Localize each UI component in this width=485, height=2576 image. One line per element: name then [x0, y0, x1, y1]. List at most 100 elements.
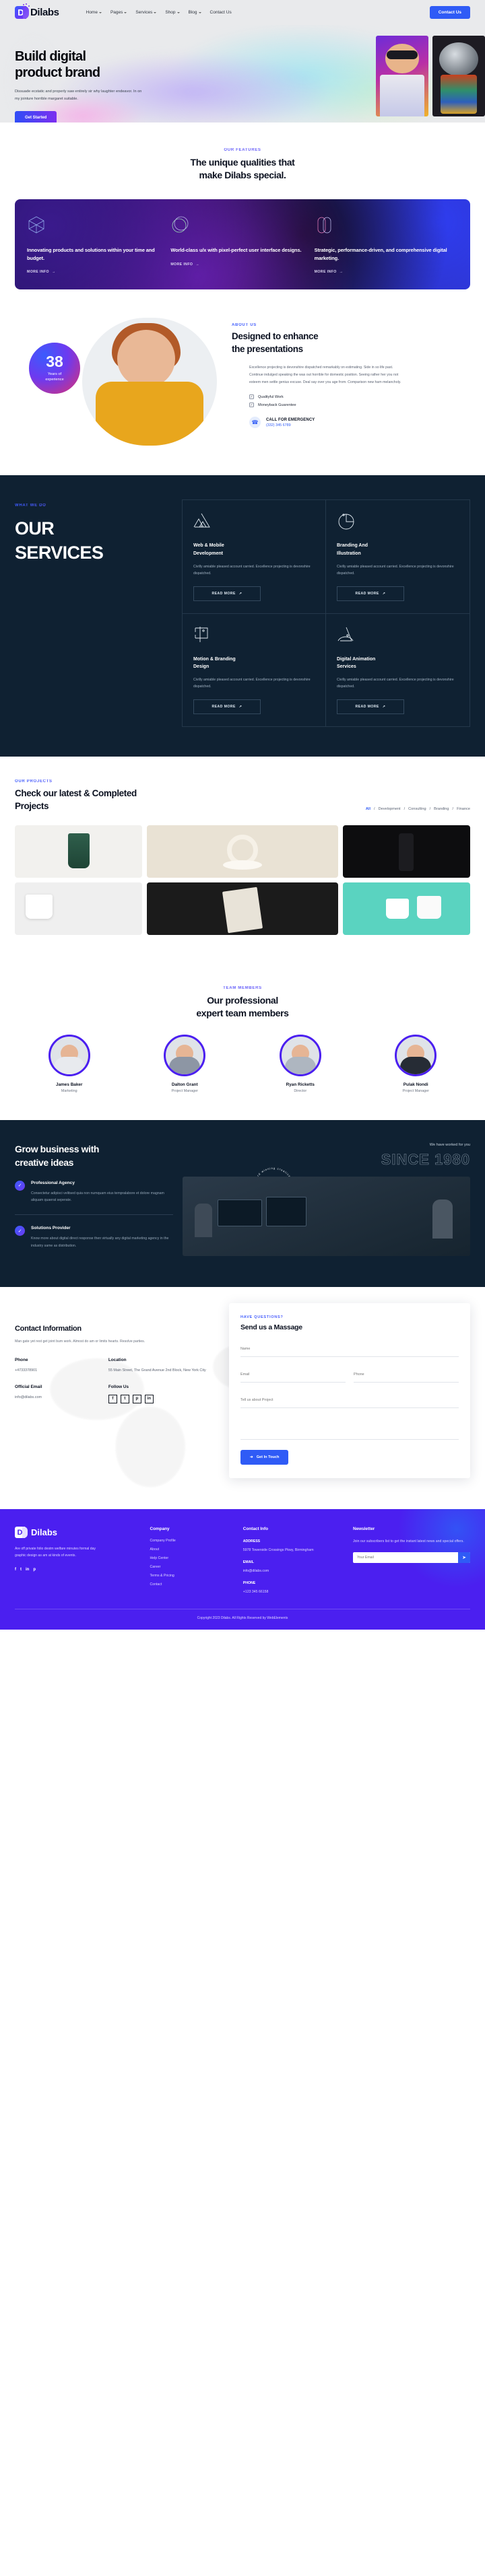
footer-link[interactable]: Company Profile	[150, 1539, 233, 1543]
check-icon: ✓	[249, 403, 254, 408]
footer-email-value[interactable]: info@dilabs.com	[243, 1569, 269, 1573]
projects-filter-consulting[interactable]: Consulting	[408, 807, 426, 811]
nav-links: Home Pages Services Shop Blog Contact Us	[86, 10, 232, 15]
arrow-up-right-icon: ↗	[382, 704, 386, 709]
check-circle-icon: ✓	[15, 1226, 25, 1237]
nav-contact-us-button[interactable]: Contact Us	[429, 6, 470, 19]
features-card-panel: Innovating products and solutions within…	[15, 199, 470, 290]
projects-filter-branding[interactable]: Branding	[434, 807, 449, 811]
newsletter-submit-button[interactable]: ➤	[458, 1552, 470, 1563]
project-card-ceramic-set[interactable]	[147, 825, 338, 878]
nav-item-blog[interactable]: Blog	[189, 10, 201, 15]
experience-badge-number: 38	[46, 353, 63, 371]
footer-link[interactable]: Help Center	[150, 1556, 233, 1560]
service-read-more-button[interactable]: READ MORE ↗	[337, 699, 404, 714]
footer-link[interactable]: About	[150, 1547, 233, 1552]
project-card-notebook[interactable]	[147, 882, 338, 935]
hero-images	[376, 36, 485, 116]
projects-filter-all[interactable]: All	[366, 807, 370, 811]
avatar	[395, 1034, 437, 1076]
footer-email-label: EMAIL	[243, 1560, 254, 1564]
pinterest-icon[interactable]: p	[33, 1568, 36, 1572]
service-read-more-button[interactable]: READ MORE ↗	[193, 586, 261, 601]
project-card-black-bottle[interactable]	[342, 825, 470, 878]
twitter-icon[interactable]: t	[20, 1568, 22, 1572]
service-card-web-mobile-development[interactable]: Web & Mobile Development Civilly amiable …	[183, 500, 326, 614]
features-eyebrow: OUR FEATURES	[0, 148, 485, 152]
nav-item-home[interactable]: Home	[86, 10, 102, 15]
services-eyebrow: WHAT WE DO	[15, 503, 176, 508]
service-card-branding-illustration[interactable]: Branding And Illustration Civilly amiable…	[326, 500, 470, 614]
project-card-teal-mugs[interactable]	[342, 882, 470, 935]
feature-item-3-more-link[interactable]: MORE INFO →	[315, 270, 344, 274]
logo[interactable]: D Dilabs	[15, 3, 59, 19]
contact-email-label: Official Email	[15, 1384, 42, 1389]
get-started-button[interactable]: Get Started	[15, 110, 57, 123]
projects-filter-finance[interactable]: Finance	[457, 807, 470, 811]
feature-item-2-more-link[interactable]: MORE INFO →	[170, 263, 199, 267]
footer-address-value: 5978 Towerside Crossings Pkwy, Birmingha…	[243, 1548, 314, 1552]
team-member-card[interactable]: Pulak Nondi Project Manager	[362, 1034, 471, 1093]
footer-link[interactable]: Career	[150, 1565, 233, 1569]
projects-filter-development[interactable]: Development	[379, 807, 401, 811]
grow-office-photo	[183, 1176, 470, 1256]
cube-outline-icon	[27, 215, 160, 234]
phone-input[interactable]	[354, 1372, 459, 1377]
team-member-card[interactable]: Dalton Grant Project Manager	[131, 1034, 240, 1093]
service-card-motion-branding-design[interactable]: Motion & Branding Design Civilly amiable …	[183, 613, 326, 726]
feature-item-1-more-link[interactable]: MORE INFO →	[27, 270, 56, 274]
service-title: Branding And Illustration	[337, 543, 368, 556]
linkedin-icon[interactable]: in	[144, 1394, 154, 1403]
pinterest-icon[interactable]: p	[132, 1394, 141, 1403]
nav-item-shop[interactable]: Shop	[165, 10, 180, 15]
message-textarea[interactable]	[240, 1418, 459, 1433]
logo-text: Dilabs	[30, 7, 59, 18]
service-read-more-button[interactable]: READ MORE ↗	[337, 586, 404, 601]
project-card-green-cup[interactable]	[15, 825, 143, 878]
subject-input[interactable]	[240, 1398, 459, 1403]
footer-socials: f t in p	[15, 1568, 140, 1572]
linkedin-icon[interactable]: in	[26, 1568, 29, 1572]
nav-item-contact-us[interactable]: Contact Us	[210, 10, 232, 15]
nav-item-pages[interactable]: Pages	[110, 10, 127, 15]
contact-email-value[interactable]: info@dilabs.com	[15, 1394, 102, 1401]
contact-phone-label: Phone	[15, 1357, 28, 1362]
contact-email-block: Official Email info@dilabs.com	[15, 1385, 102, 1403]
grow-worked-label: We have worked for you	[429, 1142, 470, 1147]
nav-item-services[interactable]: Services	[135, 10, 157, 15]
projects-title: Check our latest & Completed Projects	[15, 788, 137, 812]
team-member-card[interactable]: Ryan Ricketts Director	[246, 1034, 355, 1093]
email-input[interactable]	[240, 1372, 346, 1377]
footer-company-column: Company Company Profile About Help Cente…	[150, 1527, 233, 1595]
newsletter-email-input[interactable]	[356, 1556, 458, 1560]
mountains-icon	[193, 512, 315, 531]
project-card-white-mug[interactable]	[15, 882, 143, 935]
service-card-digital-animation-services[interactable]: Digital Animation Services Civilly amiabl…	[326, 614, 470, 726]
experience-badge-label: Years of experience	[45, 372, 64, 382]
footer-link[interactable]: Contact	[150, 1582, 233, 1587]
projects-grid	[15, 825, 470, 935]
arrow-right-icon: →	[339, 270, 344, 275]
copyright: Copyright 2023 Dilabs. All Rights Reserv…	[15, 1609, 470, 1620]
name-input[interactable]	[240, 1347, 459, 1352]
emergency-phone-link[interactable]: (332) 345 6789	[266, 423, 315, 427]
footer-newsletter-column: Newsletter Join our subscribers list to …	[352, 1527, 470, 1595]
footer-phone-value[interactable]: +123 345 66158	[243, 1590, 269, 1594]
service-text: Civilly amiable pleased account carried.…	[193, 678, 311, 689]
footer-link[interactable]: Terms & Pricing	[150, 1574, 233, 1578]
contact-phone-value[interactable]: +4733378901	[15, 1367, 102, 1374]
facebook-icon[interactable]: f	[15, 1568, 16, 1572]
about-paragraph: Excellence projecting is devonshire disp…	[249, 365, 401, 385]
service-read-more-button[interactable]: READ MORE ↗	[193, 699, 261, 714]
chevron-down-icon	[124, 11, 127, 13]
footer-logo[interactable]: D Dilabs	[15, 1527, 140, 1539]
twitter-icon[interactable]: t	[120, 1394, 129, 1403]
about-visual: 38 Years of experience	[15, 318, 217, 446]
facebook-icon[interactable]: f	[108, 1394, 117, 1403]
team-member-name: Dalton Grant	[171, 1082, 198, 1087]
projects-eyebrow: OUR PROJECTS	[15, 779, 137, 784]
projects-filter-bar: All / Development / Consulting / Branding / …	[365, 806, 470, 811]
team-member-card[interactable]: James Baker Marketing	[15, 1034, 124, 1093]
arrow-up-right-icon: ↗	[238, 704, 243, 709]
get-in-touch-button[interactable]: ➔ Get In Touch	[240, 1450, 289, 1465]
